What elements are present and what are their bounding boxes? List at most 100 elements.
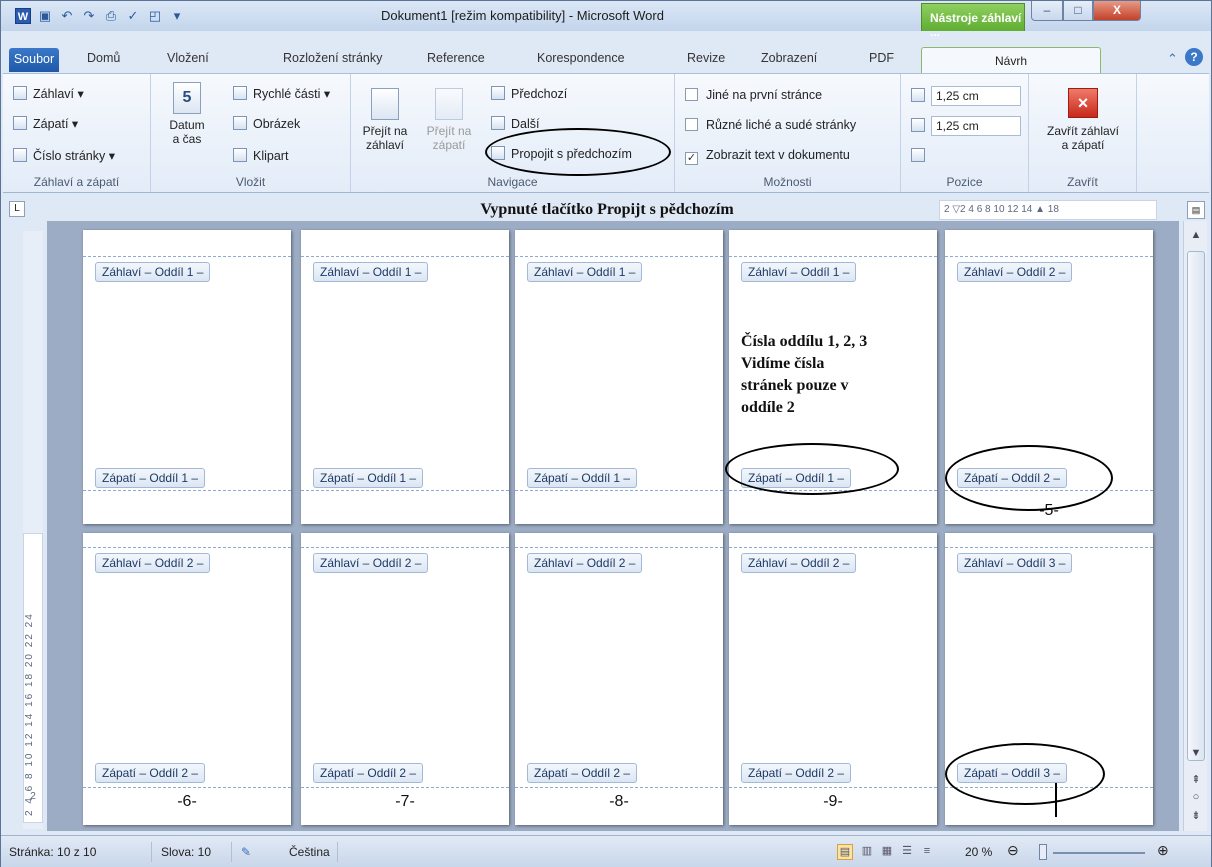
word-icon[interactable]: W <box>15 8 31 24</box>
highlight-ring-footer-section2 <box>945 445 1113 511</box>
preview-icon[interactable]: ◰ <box>147 8 163 24</box>
zoom-slider[interactable] <box>1053 852 1145 854</box>
word-count[interactable]: Slova: 10 <box>161 845 211 859</box>
page-thumbnail[interactable]: Záhlaví – Oddíl 2 – Zápatí – Oddíl 2 – -7- <box>301 533 509 825</box>
language[interactable]: Čeština <box>289 845 330 859</box>
go-to-header-button[interactable]: Přejít na záhlaví <box>357 88 413 152</box>
clipart-button[interactable]: Klipart <box>233 148 288 163</box>
quick-access-toolbar: W ▣ ↶ ↷ ⎙ ✓ ◰ ▾ <box>15 7 185 25</box>
header-tag[interactable]: Záhlaví – Oddíl 1 – <box>527 262 643 282</box>
zoom-out-icon[interactable]: ⊖ <box>1007 842 1019 859</box>
close-window-button[interactable]: X <box>1093 1 1141 21</box>
maximize-button[interactable]: □ <box>1063 1 1093 21</box>
zoom-in-icon[interactable]: ⊕ <box>1157 842 1169 859</box>
footer-tag[interactable]: Zápatí – Oddíl 1 – <box>527 468 638 488</box>
tab-page-layout[interactable]: Rozložení stránky <box>283 51 382 71</box>
tab-file[interactable]: Soubor <box>9 48 59 72</box>
header-tag[interactable]: Záhlaví – Oddíl 1 – <box>313 262 429 282</box>
scroll-up-icon[interactable]: ▲ <box>1184 229 1208 241</box>
context-tab-header-tools: Nástroje záhlaví ... <box>921 3 1025 39</box>
outline-icon[interactable]: ☰ <box>899 844 915 860</box>
tab-home[interactable]: Domů <box>87 51 120 71</box>
footer-tag[interactable]: Zápatí – Oddíl 2 – <box>741 763 852 783</box>
proofing-icon[interactable]: ✎ <box>241 845 251 859</box>
browse-object-icon[interactable]: ○ <box>1184 791 1208 803</box>
close-header-footer-button[interactable]: × Zavřít záhlaví a zápatí <box>1029 88 1137 152</box>
page-count[interactable]: Stránka: 10 z 10 <box>9 845 96 859</box>
picture-button[interactable]: Obrázek <box>233 116 300 131</box>
header-tag[interactable]: Záhlaví – Oddíl 2 – <box>957 262 1073 282</box>
checkbox-unchecked[interactable] <box>685 118 698 131</box>
tab-pdf[interactable]: PDF <box>869 51 894 71</box>
header-tag[interactable]: Záhlaví – Oddíl 1 – <box>741 262 857 282</box>
header-tag[interactable]: Záhlaví – Oddíl 2 – <box>95 553 211 573</box>
full-screen-reading-icon[interactable]: ▥ <box>859 844 875 860</box>
vertical-scrollbar[interactable]: ▲ ▼ ⇞ ○ ⇟ <box>1183 221 1207 831</box>
tab-review[interactable]: Revize <box>687 51 725 71</box>
different-odd-even-checkbox[interactable]: Různé liché a sudé stránky <box>685 118 856 132</box>
footer-tag[interactable]: Zápatí – Oddíl 1 – <box>313 468 424 488</box>
vertical-ruler-bottom: 2 <box>30 791 36 802</box>
save-icon[interactable]: ▣ <box>37 8 53 24</box>
header-tag[interactable]: Záhlaví – Oddíl 2 – <box>527 553 643 573</box>
footer-button[interactable]: Zápatí ▾ <box>13 116 78 131</box>
scroll-down-icon[interactable]: ▼ <box>1184 747 1208 759</box>
page-thumbnail[interactable]: Záhlaví – Oddíl 2 – Zápatí – Oddíl 2 – -6- <box>83 533 291 825</box>
print-layout-icon[interactable]: ▤ <box>837 844 853 860</box>
checkbox-checked[interactable]: ✓ <box>685 152 698 165</box>
page-thumbnail[interactable]: Záhlaví – Oddíl 1 – Zápatí – Oddíl 1 – <box>301 230 509 524</box>
undo-icon[interactable]: ↶ <box>59 8 75 24</box>
header-tag[interactable]: Záhlaví – Oddíl 3 – <box>957 553 1073 573</box>
split-view-icon[interactable]: ▤ <box>1187 201 1205 219</box>
checkbox-unchecked[interactable] <box>685 88 698 101</box>
previous-button[interactable]: Předchozí <box>491 86 567 101</box>
print-icon[interactable]: ⎙ <box>103 8 119 24</box>
tab-insert[interactable]: Vložení <box>167 51 209 71</box>
horizontal-ruler[interactable]: 2 ▽2 4 6 8 10 12 14 ▲ 18 <box>939 200 1157 220</box>
quick-parts-button[interactable]: Rychlé části ▾ <box>233 86 330 101</box>
different-first-page-checkbox[interactable]: Jiné na první stránce <box>685 88 822 102</box>
date-time-button[interactable]: 5 Datum a čas <box>165 82 209 146</box>
web-layout-icon[interactable]: ▦ <box>879 844 895 860</box>
header-tag[interactable]: Záhlaví – Oddíl 1 – <box>95 262 211 282</box>
minimize-ribbon-icon[interactable]: ⌃ <box>1167 51 1178 67</box>
help-icon[interactable]: ? <box>1185 48 1203 66</box>
insert-alignment-tab-icon[interactable] <box>911 148 931 163</box>
header-position-input[interactable]: 1,25 cm <box>931 86 1021 106</box>
tab-design[interactable]: Návrh <box>921 47 1101 73</box>
header-tag[interactable]: Záhlaví – Oddíl 2 – <box>741 553 857 573</box>
footer-position-input[interactable]: 1,25 cm <box>931 116 1021 136</box>
customize-qat-icon[interactable]: ▾ <box>169 8 185 24</box>
page-thumbnail[interactable]: Záhlaví – Oddíl 1 – Zápatí – Oddíl 1 – <box>83 230 291 524</box>
spellcheck-icon[interactable]: ✓ <box>125 8 141 24</box>
header-tag[interactable]: Záhlaví – Oddíl 2 – <box>313 553 429 573</box>
next-page-icon[interactable]: ⇟ <box>1184 809 1208 822</box>
tab-view[interactable]: Zobrazení <box>761 51 817 71</box>
footer-tag[interactable]: Zápatí – Oddíl 2 – <box>313 763 424 783</box>
footer-tag[interactable]: Zápatí – Oddíl 1 – <box>95 468 206 488</box>
group-label: Navigace <box>487 175 538 189</box>
footer-tag[interactable]: Zápatí – Oddíl 2 – <box>95 763 206 783</box>
header-boundary <box>83 256 291 257</box>
redo-icon[interactable]: ↷ <box>81 8 97 24</box>
page-thumbnail[interactable]: Záhlaví – Oddíl 2 – Zápatí – Oddíl 2 – -9- <box>729 533 937 825</box>
page-thumbnail[interactable]: Záhlaví – Oddíl 2 – Zápatí – Oddíl 2 – -8- <box>515 533 723 825</box>
footer-tag[interactable]: Zápatí – Oddíl 2 – <box>527 763 638 783</box>
minimize-button[interactable]: – <box>1031 1 1063 21</box>
tab-references[interactable]: Reference <box>427 51 485 71</box>
go-to-footer-button[interactable]: Přejít na zápatí <box>421 88 477 152</box>
previous-page-icon[interactable]: ⇞ <box>1184 773 1208 786</box>
tab-mailings[interactable]: Korespondence <box>537 51 625 71</box>
scroll-thumb[interactable] <box>1187 251 1205 761</box>
zoom-level[interactable]: 20 % <box>965 845 992 859</box>
draft-icon[interactable]: ≡ <box>919 844 935 860</box>
show-document-text-checkbox[interactable]: ✓ Zobrazit text v dokumentu <box>685 148 850 165</box>
vertical-ruler[interactable]: 2 4 6 8 10 12 14 16 18 20 22 24 <box>23 533 43 823</box>
next-button[interactable]: Další <box>491 116 539 131</box>
separator <box>337 842 338 862</box>
header-button[interactable]: Záhlaví ▾ <box>13 86 84 101</box>
zoom-slider-thumb[interactable] <box>1039 844 1047 860</box>
page-thumbnail[interactable]: Záhlaví – Oddíl 1 – Zápatí – Oddíl 1 – <box>515 230 723 524</box>
page-number-icon <box>13 148 27 162</box>
page-number-button[interactable]: Číslo stránky ▾ <box>13 148 115 163</box>
